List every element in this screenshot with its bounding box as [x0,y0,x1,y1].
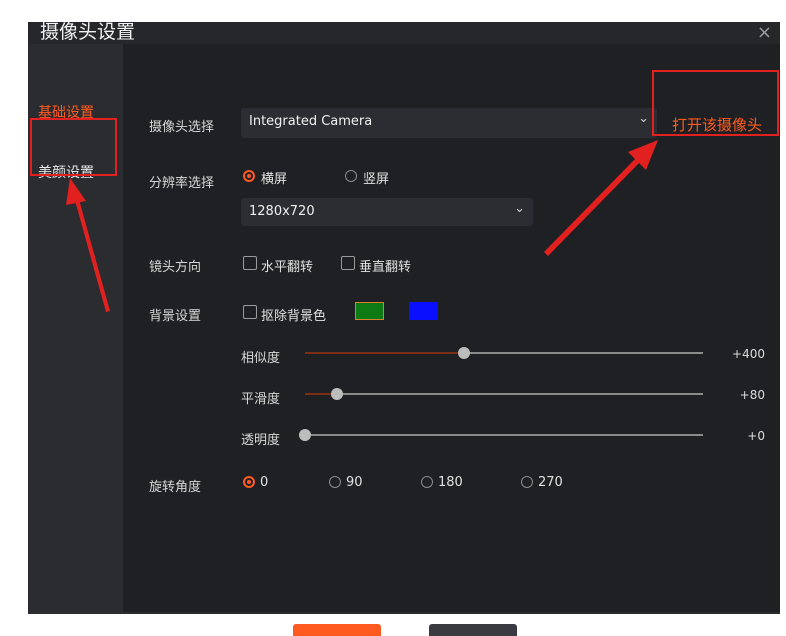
rotation-180-label: 180 [438,475,463,490]
lens-direction-label: 镜头方向 [149,260,202,275]
similarity-slider-fill [305,352,465,354]
similarity-value: +400 [732,347,765,361]
rotation-270-radio[interactable] [521,476,533,488]
background-settings-label: 背景设置 [149,309,202,324]
vertical-flip-label: 垂直翻转 [359,260,412,275]
similarity-slider-handle[interactable] [458,347,471,359]
similarity-label: 相似度 [241,351,281,366]
rotation-0-label: 0 [260,475,269,490]
camera-select-label: 摄像头选择 [149,120,215,135]
camera-select[interactable]: Integrated Camera ⌄ [241,108,657,138]
smoothness-label: 平滑度 [241,392,281,407]
camera-select-value: Integrated Camera [249,114,373,129]
orientation-portrait-radio[interactable] [345,170,357,182]
background-color-swatch-green[interactable] [355,302,384,320]
rotation-0-radio[interactable] [243,476,255,488]
smoothness-value: +80 [739,388,765,402]
orientation-portrait-label: 竖屏 [363,172,390,187]
background-color-swatch-blue[interactable] [409,302,438,320]
rotation-90-label: 90 [346,475,363,490]
rotation-90-radio[interactable] [329,476,341,488]
rotation-180-radio[interactable] [421,476,433,488]
chevron-down-icon: ⌄ [638,111,649,126]
smoothness-slider-track[interactable] [305,393,703,395]
chevron-down-icon: ⌄ [514,201,525,216]
remove-background-label: 抠除背景色 [261,309,327,324]
rotation-270-label: 270 [538,475,563,490]
rotation-angle-label: 旋转角度 [149,480,202,495]
smoothness-slider-handle[interactable] [330,388,343,400]
orientation-landscape-radio[interactable] [243,170,255,182]
open-camera-highlight-box [652,70,779,136]
orientation-landscape-label: 横屏 [261,172,288,187]
transparency-value: +0 [747,429,765,443]
horizontal-flip-checkbox[interactable] [243,256,257,270]
resolution-select[interactable]: 1280x720 ⌄ [241,198,533,226]
remove-background-checkbox[interactable] [243,305,257,319]
transparency-slider-track[interactable] [305,434,703,436]
vertical-flip-checkbox[interactable] [341,256,355,270]
dialog-title: 摄像头设置 [40,21,136,43]
transparency-slider-handle[interactable] [299,429,311,441]
transparency-label: 透明度 [241,433,281,448]
close-icon[interactable]: × [757,22,772,44]
title-bar: 摄像头设置 × [28,21,780,44]
resolution-select-value: 1280x720 [249,204,315,219]
resolution-label: 分辨率选择 [149,176,215,191]
beauty-settings-highlight-box [30,118,117,176]
horizontal-flip-label: 水平翻转 [261,260,314,275]
